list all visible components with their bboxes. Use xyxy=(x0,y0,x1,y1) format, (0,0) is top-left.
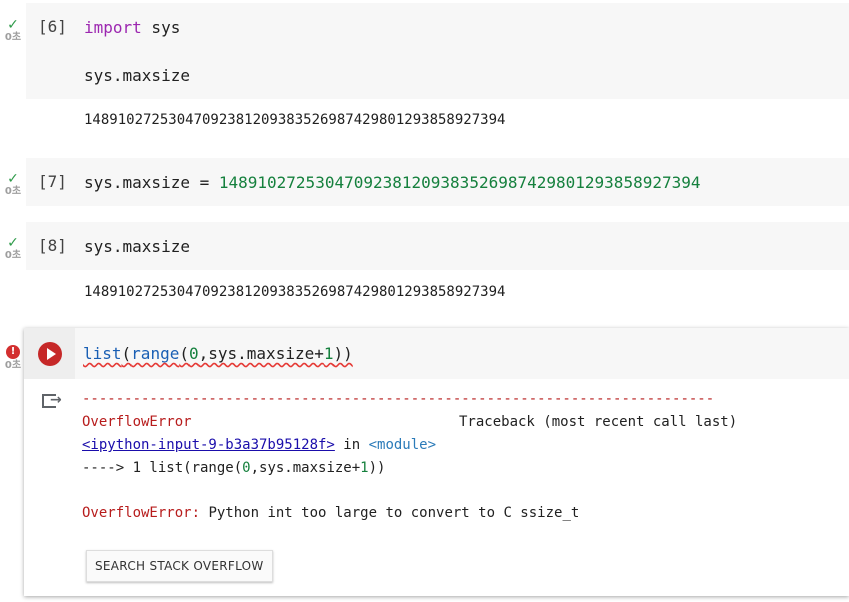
traceback-error-name: OverflowError xyxy=(82,414,192,430)
cell-7-status: ✓ 0초 xyxy=(0,172,26,198)
input-link[interactable]: <ipython-input-9-b3a37b95128f> xyxy=(82,437,335,453)
code-cell-8[interactable]: [8] sys.maxsize 148910272530470923812093… xyxy=(26,222,849,317)
execution-count: [7] xyxy=(38,172,67,191)
cell-output: 1489102725304709238120938352698742980129… xyxy=(84,284,506,300)
traceback-code-line: ----> 1 list(range(0,sys.maxsize+1)) xyxy=(82,460,386,476)
cell-output: 1489102725304709238120938352698742980129… xyxy=(84,112,506,128)
exec-time: 0초 xyxy=(4,186,22,197)
exec-time: 0초 xyxy=(4,32,22,43)
code-editor[interactable]: [6] import sys sys.maxsize xyxy=(26,3,849,99)
cell-8-status: ✓ 0초 xyxy=(0,236,26,262)
code-line: sys.maxsize xyxy=(84,66,190,85)
code-line: sys.maxsize xyxy=(84,237,190,256)
execution-count: [8] xyxy=(38,236,67,255)
error-icon: ! xyxy=(6,345,20,359)
code-line: sys.maxsize = 14891027253047092381209383… xyxy=(84,173,701,192)
cell-6-status: ✓ 0초 xyxy=(0,18,26,44)
code-editor[interactable]: [7] sys.maxsize = 1489102725304709238120… xyxy=(26,158,849,206)
error-message: OverflowError: Python int too large to c… xyxy=(82,505,580,521)
run-cell-button[interactable] xyxy=(38,342,62,366)
code-line: import sys xyxy=(84,18,181,37)
search-stack-overflow-button[interactable]: SEARCH STACK OVERFLOW xyxy=(86,550,273,582)
traceback-divider: ----------------------------------------… xyxy=(82,391,715,407)
code-editor[interactable]: [8] sys.maxsize xyxy=(26,222,849,270)
code-cell-6[interactable]: [6] import sys sys.maxsize 1489102725304… xyxy=(26,3,849,143)
arrow-right-icon: → xyxy=(50,392,62,408)
code-cell-9[interactable]: list(range(0,sys.maxsize+1)) → ---------… xyxy=(24,328,849,596)
exec-time: 0초 xyxy=(4,250,22,261)
traceback-location: <ipython-input-9-b3a37b95128f> in <modul… xyxy=(82,437,437,453)
code-editor[interactable]: list(range(0,sys.maxsize+1)) xyxy=(75,328,849,379)
check-icon: ✓ xyxy=(7,171,19,187)
check-icon: ✓ xyxy=(7,235,19,251)
run-area xyxy=(24,328,75,379)
traceback-header: Traceback (most recent call last) xyxy=(459,414,738,430)
exec-time: 0초 xyxy=(4,360,22,371)
execution-count: [6] xyxy=(38,17,67,36)
code-cell-7[interactable]: [7] sys.maxsize = 1489102725304709238120… xyxy=(26,158,849,206)
code-line: list(range(0,sys.maxsize+1)) xyxy=(83,344,353,363)
check-icon: ✓ xyxy=(7,17,19,33)
